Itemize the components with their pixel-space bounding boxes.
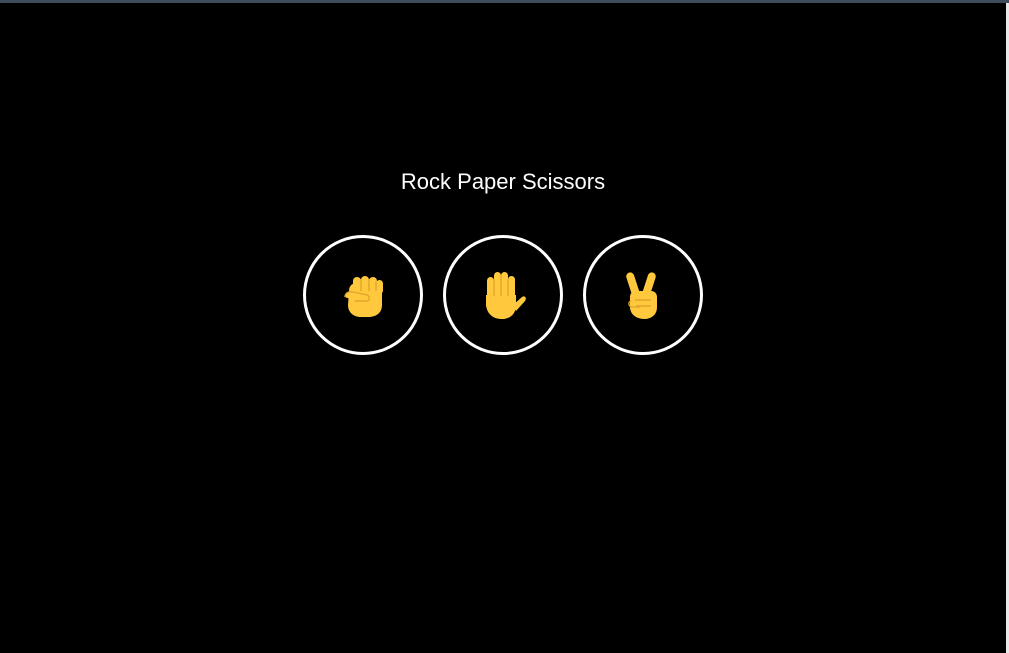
victory-hand-icon [626,272,657,319]
game-title: Rock Paper Scissors [400,169,606,194]
raised-fist-icon [344,276,383,317]
game-stage: Rock Paper Scissors [0,3,1006,653]
scissors-button[interactable] [583,235,703,355]
raised-hand-icon [486,272,526,319]
paper-button[interactable] [443,235,563,355]
rock-button[interactable] [303,235,423,355]
